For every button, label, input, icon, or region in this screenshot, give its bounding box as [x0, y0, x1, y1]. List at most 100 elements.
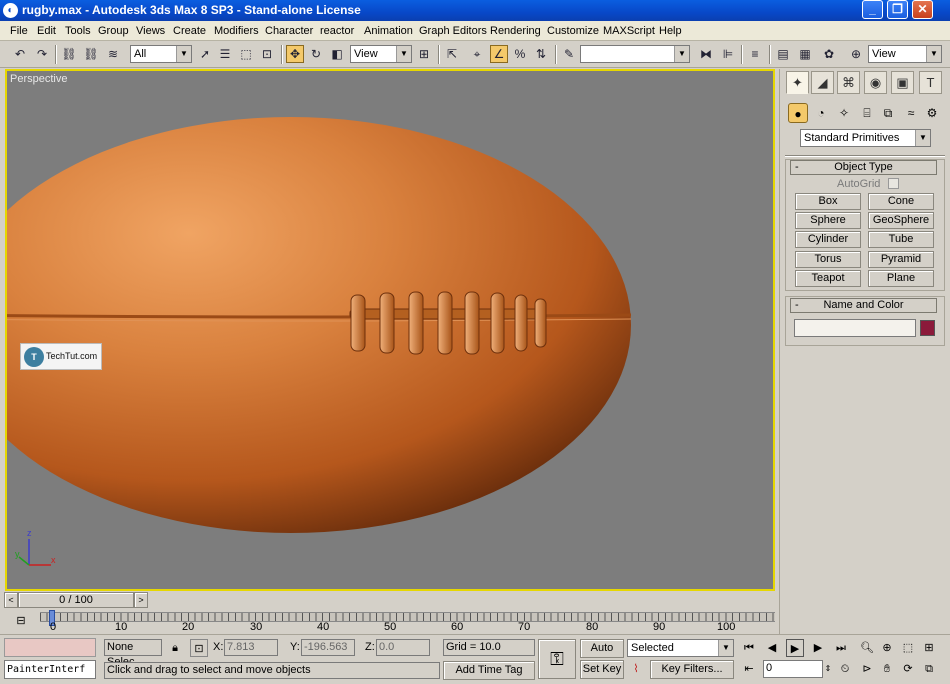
maxscript-mini-listener[interactable]: PainterInterf — [4, 660, 96, 679]
x-coordinate-field[interactable]: 7.813 — [224, 639, 278, 656]
bind-to-space-warp-icon[interactable]: ≋ — [104, 45, 122, 63]
selection-filter-dropdown[interactable]: All ▼ — [130, 45, 192, 63]
layer-manager-icon[interactable]: ≡ — [746, 45, 764, 63]
menu-group[interactable]: Group — [98, 25, 129, 37]
edit-named-selection-icon[interactable]: ✎ — [560, 45, 578, 63]
autogrid-checkbox[interactable] — [888, 178, 899, 189]
select-and-move-icon[interactable]: ✥ — [286, 45, 304, 63]
cone-button[interactable]: Cone — [868, 193, 934, 210]
mirror-icon[interactable]: ⧓ — [697, 45, 715, 63]
maximize-viewport-icon[interactable]: ⧉ — [920, 660, 938, 678]
time-next-icon[interactable]: > — [134, 592, 148, 608]
previous-frame-icon[interactable]: ◀︎ — [763, 639, 781, 657]
helpers-icon[interactable]: ⧉ — [878, 103, 898, 123]
go-to-end-icon[interactable]: ⏭ — [832, 639, 850, 657]
teapot-button[interactable]: Teapot — [795, 270, 861, 287]
plane-button[interactable]: Plane — [868, 270, 934, 287]
percent-snap-icon[interactable]: % — [511, 45, 529, 63]
object-color-swatch[interactable] — [920, 320, 935, 336]
menu-reactor[interactable]: reactor — [320, 25, 354, 37]
utilities-tab-icon[interactable]: T — [919, 71, 942, 94]
menu-animation[interactable]: Animation — [364, 25, 413, 37]
app-icon[interactable]: ◐ — [3, 3, 18, 18]
cameras-icon[interactable]: ⌸ — [857, 103, 877, 123]
material-editor-icon[interactable]: ✿ — [820, 45, 838, 63]
undo-icon[interactable]: ↶ — [11, 45, 29, 63]
hierarchy-tab-icon[interactable]: ⌘ — [837, 71, 860, 94]
create-tab-icon[interactable]: ✦ — [786, 71, 809, 94]
menu-tools[interactable]: Tools — [65, 25, 91, 37]
window-crossing-icon[interactable]: ⊡ — [258, 45, 276, 63]
key-filters-button[interactable]: Key Filters... — [650, 660, 734, 679]
redo-icon[interactable]: ↷ — [33, 45, 51, 63]
named-selection-set-dropdown[interactable]: ▼ — [580, 45, 690, 63]
select-and-rotate-icon[interactable]: ↻ — [307, 45, 325, 63]
object-name-field[interactable] — [794, 319, 916, 337]
geometry-icon[interactable]: ● — [788, 103, 808, 123]
menu-edit[interactable]: Edit — [37, 25, 56, 37]
lock-selection-icon[interactable]: 🔒︎ — [166, 639, 184, 657]
menu-maxscript[interactable]: MAXScript — [603, 25, 655, 37]
align-icon[interactable]: ⊫ — [719, 45, 737, 63]
render-scene-icon[interactable]: ⊕ — [847, 45, 865, 63]
menu-graph-editors[interactable]: Graph Editors — [419, 25, 487, 37]
arc-rotate-icon[interactable]: ⟳ — [899, 660, 917, 678]
torus-button[interactable]: Torus — [795, 251, 861, 268]
menu-file[interactable]: File — [10, 25, 28, 37]
schematic-view-icon[interactable]: ▦ — [796, 45, 814, 63]
set-key-button[interactable]: Set Key — [580, 660, 624, 679]
pyramid-button[interactable]: Pyramid — [868, 251, 934, 268]
perspective-viewport[interactable]: Perspective z x y T TechTut.com — [5, 69, 775, 591]
menu-views[interactable]: Views — [136, 25, 165, 37]
name-color-rollout-header[interactable]: - Name and Color — [790, 298, 937, 313]
shapes-icon[interactable]: ◔ — [811, 103, 831, 123]
close-button[interactable]: ✕ — [912, 0, 933, 19]
auto-key-button[interactable]: Auto Key — [580, 639, 624, 671]
reference-coordinate-dropdown[interactable]: View ▼ — [350, 45, 412, 63]
select-object-icon[interactable]: ➚ — [196, 45, 214, 63]
angle-snap-icon[interactable]: ∠ — [490, 45, 508, 63]
spinner-snap-icon[interactable]: ⇅ — [532, 45, 550, 63]
menu-character[interactable]: Character — [265, 25, 313, 37]
zoom-extents-all-icon[interactable]: ⊞ — [920, 639, 938, 657]
minimize-button[interactable]: _ — [862, 0, 883, 19]
time-slider[interactable]: 0 / 100 — [18, 592, 134, 608]
add-time-tag-button[interactable]: Add Time Tag — [443, 661, 535, 680]
menu-rendering[interactable]: Rendering — [490, 25, 541, 37]
render-type-dropdown[interactable]: View ▼ — [868, 45, 942, 63]
zoom-extents-icon[interactable]: ⬚ — [899, 639, 917, 657]
motion-tab-icon[interactable]: ◉ — [864, 71, 887, 94]
key-mode-dropdown[interactable]: Selected ▼ — [627, 639, 734, 657]
menu-modifiers[interactable]: Modifiers — [214, 25, 259, 37]
time-configuration-icon[interactable]: ⏲ — [836, 660, 854, 678]
systems-icon[interactable]: ⚙ — [922, 103, 942, 123]
space-warps-icon[interactable]: ≈ — [901, 103, 921, 123]
field-of-view-icon[interactable]: ⊳ — [858, 660, 876, 678]
curve-editor-icon[interactable]: ▤ — [774, 45, 792, 63]
y-coordinate-field[interactable]: -196.563 — [301, 639, 355, 656]
geosphere-button[interactable]: GeoSphere — [868, 212, 934, 229]
go-to-start-icon[interactable]: ⏮ — [740, 639, 758, 657]
trackbar-toggle-icon[interactable]: ⊟ — [12, 612, 30, 630]
select-and-scale-icon[interactable]: ◧ — [328, 45, 346, 63]
zoom-all-icon[interactable]: ⊕ — [878, 639, 896, 657]
maximize-button[interactable]: ❐ — [887, 0, 908, 19]
z-coordinate-field[interactable]: 0.0 — [376, 639, 430, 656]
object-type-rollout-header[interactable]: - Object Type — [790, 160, 937, 175]
modify-tab-icon[interactable]: ◢ — [811, 71, 834, 94]
default-tangents-icon[interactable]: ⌇ — [627, 660, 645, 678]
pan-icon[interactable]: ✋︎ — [878, 660, 896, 678]
frame-spinner-icon[interactable]: ⇕ — [823, 660, 833, 678]
current-frame-field[interactable]: 0 — [763, 660, 823, 678]
key-mode-toggle-icon[interactable]: ⇤ — [740, 660, 758, 678]
maxscript-listener-pink[interactable] — [4, 638, 96, 657]
menu-customize[interactable]: Customize — [547, 25, 599, 37]
menu-help[interactable]: Help — [659, 25, 682, 37]
box-button[interactable]: Box — [795, 193, 861, 210]
display-tab-icon[interactable]: ▣ — [891, 71, 914, 94]
tube-button[interactable]: Tube — [868, 231, 934, 248]
snaps-toggle-icon[interactable]: ⌖ — [468, 45, 486, 63]
select-and-manipulate-icon[interactable]: ⇱ — [443, 45, 461, 63]
select-and-link-icon[interactable]: ⛓ — [60, 45, 78, 63]
unlink-icon[interactable]: ⛓ — [82, 45, 100, 63]
